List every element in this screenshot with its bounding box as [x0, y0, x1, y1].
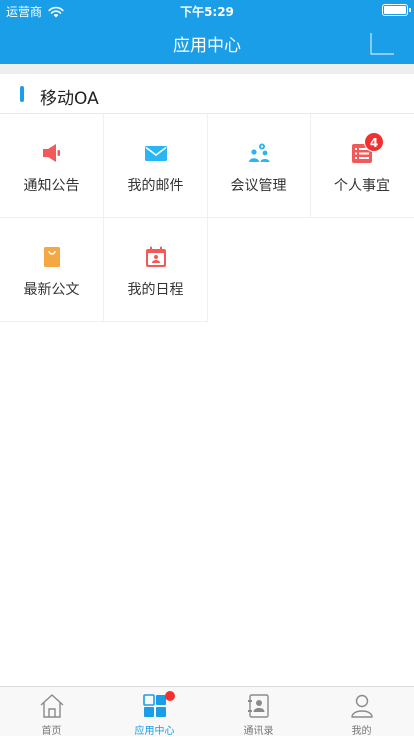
- tab-home[interactable]: 首页: [0, 687, 103, 737]
- app-header: 运营商 下午5:29 应用中心: [0, 0, 414, 64]
- app-label: 我的日程: [127, 282, 184, 298]
- section-accent-bar: [20, 86, 24, 102]
- status-bar: 运营商 下午5:29: [0, 0, 414, 20]
- status-time: 下午5:29: [180, 5, 234, 19]
- app-item-documents[interactable]: 最新公文: [0, 218, 104, 322]
- notification-dot: [165, 691, 175, 701]
- page-title: 应用中心: [173, 36, 241, 56]
- tab-label: 我的: [351, 726, 372, 737]
- home-icon: [40, 694, 64, 718]
- bottom-tab-bar: 首页 应用中心 通讯录 我的: [0, 686, 414, 737]
- header-action-icon[interactable]: [370, 33, 394, 55]
- document-bag-icon: [44, 247, 60, 267]
- tab-label: 应用中心: [134, 726, 175, 737]
- tab-label: 通讯录: [243, 726, 274, 737]
- section-header: 移动OA: [0, 74, 414, 114]
- meeting-icon: [249, 143, 270, 162]
- app-label: 个人事宜: [334, 178, 390, 194]
- app-item-mail[interactable]: 我的邮件: [104, 114, 208, 218]
- header-divider: [0, 64, 414, 74]
- tab-contacts[interactable]: 通讯录: [207, 687, 310, 737]
- mail-icon: [145, 146, 167, 161]
- section-title: 移动OA: [40, 89, 99, 109]
- tab-label: 首页: [41, 726, 62, 737]
- app-item-notice[interactable]: 通知公告: [0, 114, 104, 218]
- calendar-icon: [146, 246, 166, 267]
- battery-icon: [382, 4, 411, 16]
- notification-badge: 4: [364, 132, 384, 152]
- megaphone-icon: [43, 144, 60, 162]
- app-item-meeting[interactable]: 会议管理: [207, 114, 311, 218]
- app-label: 最新公文: [23, 282, 80, 298]
- tab-app-center[interactable]: 应用中心: [103, 687, 206, 737]
- tab-mine[interactable]: 我的: [310, 687, 413, 737]
- app-label: 通知公告: [23, 178, 80, 194]
- app-item-schedule[interactable]: 我的日程: [104, 218, 208, 322]
- profile-icon: [351, 694, 373, 718]
- app-item-personal-affairs[interactable]: 4 个人事宜: [310, 114, 414, 218]
- app-label: 会议管理: [230, 178, 287, 194]
- contacts-icon: [248, 694, 269, 718]
- app-label: 我的邮件: [127, 178, 184, 194]
